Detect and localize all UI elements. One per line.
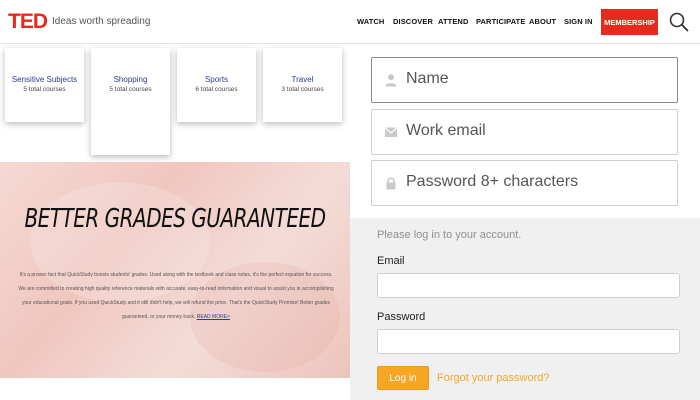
forgot-password-link[interactable]: Forgot your password? (437, 372, 550, 384)
envelope-icon (384, 127, 398, 137)
name-placeholder: Name (406, 70, 449, 87)
category-title: Sensitive Subjects (11, 75, 78, 84)
login-hint: Please log in to your account. (377, 229, 522, 241)
category-card-shopping[interactable]: Shopping 5 total courses (91, 48, 170, 155)
category-count: 5 total courses (23, 86, 66, 93)
nav-sign-in[interactable]: SIGN IN (564, 17, 593, 26)
banner-text: It's a proven fact that QuickStudy boost… (16, 268, 336, 324)
category-title: Sports (204, 75, 229, 84)
log-in-button[interactable]: Log in (377, 366, 429, 390)
login-email-input[interactable] (377, 273, 680, 298)
tagline: Ideas worth spreading (52, 16, 151, 27)
email-label: Email (377, 255, 405, 267)
nav-about[interactable]: ABOUT (529, 17, 556, 26)
category-count: 3 total courses (281, 86, 324, 93)
password-field[interactable]: Password 8+ characters (371, 160, 678, 206)
ted-logo[interactable]: TED (8, 10, 48, 34)
category-card-sensitive-subjects[interactable]: Sensitive Subjects 5 total courses (5, 48, 84, 122)
category-card-sports[interactable]: Sports 6 total courses (177, 48, 256, 122)
category-card-travel[interactable]: Travel 3 total courses (263, 48, 342, 122)
lock-icon (386, 177, 396, 190)
membership-button[interactable]: MEMBERSHIP (601, 9, 658, 35)
top-navigation-bar: TED Ideas worth spreading WATCH DISCOVER… (0, 0, 700, 44)
category-count: 5 total courses (109, 86, 152, 93)
nav-discover[interactable]: DISCOVER (393, 17, 433, 26)
read-more-link[interactable]: READ MORE> (197, 314, 230, 320)
nav-participate[interactable]: PARTICIPATE (476, 17, 525, 26)
password-label: Password (377, 311, 426, 323)
category-count: 6 total courses (195, 86, 238, 93)
nav-attend[interactable]: ATTEND (438, 17, 468, 26)
login-password-input[interactable] (377, 329, 680, 354)
banner-body: It's a proven fact that QuickStudy boost… (18, 272, 334, 320)
category-title: Travel (291, 75, 314, 84)
email-placeholder: Work email (406, 122, 486, 139)
category-title: Shopping (113, 75, 148, 84)
nav-watch[interactable]: WATCH (357, 17, 384, 26)
guarantee-banner: BETTER GRADES GUARANTEED It's a proven f… (0, 162, 350, 378)
name-field[interactable]: Name (371, 57, 678, 103)
banner-title: BETTER GRADES GUARANTEED (24, 202, 326, 234)
work-email-field[interactable]: Work email (371, 109, 678, 155)
password-placeholder: Password 8+ characters (406, 173, 579, 190)
search-icon[interactable] (668, 11, 690, 33)
person-icon (385, 74, 397, 87)
